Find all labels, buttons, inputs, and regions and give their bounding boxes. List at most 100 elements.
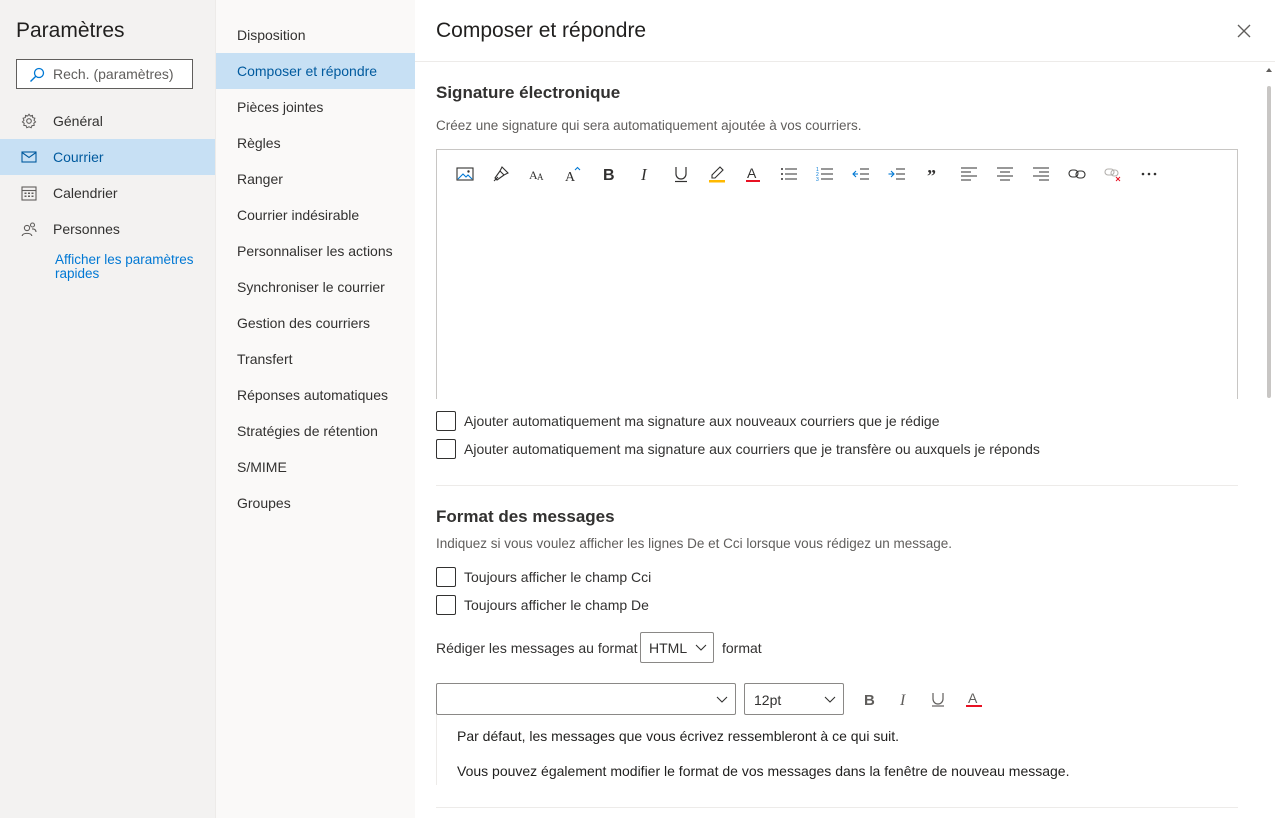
menu-item-smime[interactable]: S/MIME [216,449,416,485]
people-icon [21,222,37,237]
svg-text:A: A [968,690,978,706]
nav-mail[interactable]: Courrier [0,139,215,175]
menu-item-label: Courrier indésirable [237,207,360,223]
svg-text:I: I [899,692,906,707]
close-icon[interactable] [1235,22,1253,40]
menu-item-retention-policies[interactable]: Stratégies de rétention [216,413,416,449]
compose-reply-panel: Composer et répondre Signature électroni… [415,0,1275,818]
settings-title: Paramètres [16,19,125,42]
menu-item-label: Pièces jointes [237,99,324,115]
chevron-down-icon [695,644,707,651]
menu-item-compose-reply[interactable]: Composer et répondre [216,53,416,89]
scroll-up-arrow-icon[interactable] [1266,68,1272,72]
font-size-value: 12pt [754,692,782,708]
menu-item-label: Ranger [237,171,283,187]
insert-link-icon[interactable] [1065,162,1089,186]
menu-item-junk-email[interactable]: Courrier indésirable [216,197,416,233]
align-right-icon[interactable] [1029,162,1053,186]
compose-format-label: Rédiger les messages au format [436,640,638,656]
nav-people-label: Personnes [53,221,120,237]
nav-general-label: Général [53,113,103,129]
default-underline-icon[interactable] [927,688,949,710]
menu-item-rules[interactable]: Règles [216,125,416,161]
menu-item-automatic-replies[interactable]: Réponses automatiques [216,377,416,413]
increase-indent-icon[interactable] [885,162,909,186]
scrollbar-thumb[interactable] [1267,86,1271,398]
svg-text:I: I [640,165,648,183]
menu-item-attachments[interactable]: Pièces jointes [216,89,416,125]
grow-font-icon[interactable]: A [561,162,585,186]
more-options-icon[interactable] [1137,162,1161,186]
default-italic-icon[interactable]: I [893,688,915,710]
nav-calendar[interactable]: Calendrier [0,175,215,211]
quote-icon[interactable]: ” [921,162,945,186]
menu-item-groups[interactable]: Groupes [216,485,416,521]
chevron-down-icon [716,696,728,703]
checkbox-box[interactable] [436,595,456,615]
checkbox-label: Toujours afficher le champ Cci [464,569,652,585]
align-center-icon[interactable] [993,162,1017,186]
message-format-heading: Format des messages [436,507,615,526]
font-size-icon[interactable]: AA [525,162,549,186]
italic-icon[interactable]: I [633,162,657,186]
default-bold-icon[interactable]: B [859,688,881,710]
menu-item-layout[interactable]: Disposition [216,17,416,53]
bold-icon[interactable]: B [597,162,621,186]
default-font-color-icon[interactable]: A [963,688,985,710]
menu-item-customize-actions[interactable]: Personnaliser les actions [216,233,416,269]
message-format-description: Indiquez si vous voulez afficher les lig… [436,536,953,551]
settings-sidebar: Paramètres Général Courrier Calendrier [0,0,215,818]
menu-item-label: Transfert [237,351,293,367]
nav-people[interactable]: Personnes [0,211,215,247]
settings-search-input[interactable] [53,60,189,88]
compose-format-value: HTML [649,640,688,656]
svg-text:B: B [603,167,615,183]
numbering-icon[interactable]: 123 [813,162,837,186]
menu-item-label: Stratégies de rétention [237,423,378,439]
menu-item-label: Disposition [237,27,306,43]
decrease-indent-icon[interactable] [849,162,873,186]
highlight-icon[interactable] [705,162,729,186]
signature-heading: Signature électronique [436,83,621,102]
font-size-dropdown[interactable]: 12pt [744,683,844,715]
nav-mail-label: Courrier [53,149,104,165]
compose-format-dropdown[interactable]: HTML [640,632,714,663]
menu-item-message-handling[interactable]: Gestion des courriers [216,305,416,341]
header-divider [415,61,1275,62]
format-painter-icon[interactable] [489,162,513,186]
align-left-icon[interactable] [957,162,981,186]
gear-icon [21,113,37,129]
insert-image-icon[interactable] [453,162,477,186]
svg-text:A: A [565,170,576,183]
panel-title: Composer et répondre [436,19,647,42]
svg-text:B: B [864,692,875,707]
checkbox-label: Toujours afficher le champ De [464,597,649,613]
settings-search-box[interactable] [16,59,193,89]
section-divider [436,485,1238,486]
panel-scrollbar[interactable] [1263,62,1275,818]
nav-general[interactable]: Général [0,103,215,139]
quick-settings-link[interactable]: Afficher les paramètres rapides [55,253,205,281]
remove-link-icon[interactable] [1101,162,1125,186]
checkbox-box[interactable] [436,439,456,459]
checkbox-label: Ajouter automatiquement ma signature aux… [464,413,940,429]
bullets-icon[interactable] [777,162,801,186]
font-name-dropdown[interactable] [436,683,736,715]
signature-description: Créez une signature qui sera automatique… [436,118,862,133]
menu-item-forwarding[interactable]: Transfert [216,341,416,377]
font-color-icon[interactable]: A [741,162,765,186]
checkbox-box[interactable] [436,411,456,431]
menu-item-label: Composer et répondre [237,63,378,79]
checkbox-box[interactable] [436,567,456,587]
svg-text:A: A [747,165,757,181]
format-preview: Par défaut, les messages que vous écrive… [436,715,1238,785]
menu-item-sync-email[interactable]: Synchroniser le courrier [216,269,416,305]
svg-text:3: 3 [816,177,819,182]
compose-format-suffix: format [722,640,762,656]
signature-editor[interactable]: AA A B I A 123 ” [436,149,1238,399]
menu-item-sweep[interactable]: Ranger [216,161,416,197]
menu-item-label: Personnaliser les actions [237,243,393,259]
search-icon [30,67,45,82]
underline-icon[interactable] [669,162,693,186]
menu-item-label: Règles [237,135,281,151]
